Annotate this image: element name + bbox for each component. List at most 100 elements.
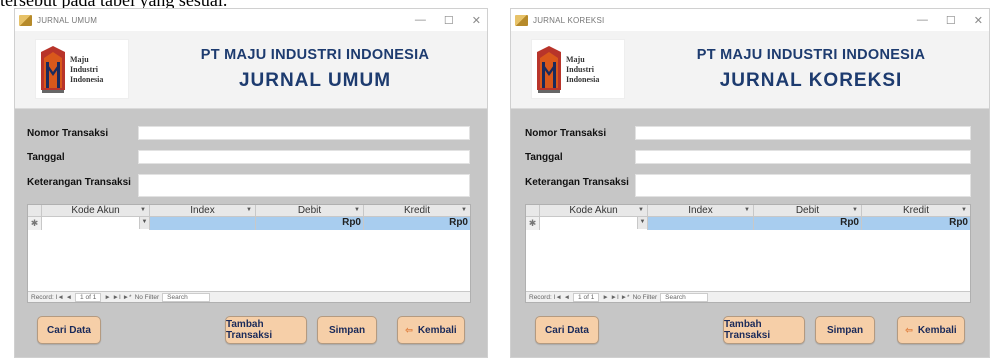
company-logo: Maju Industri Indonesia — [35, 39, 129, 99]
transaction-grid: Kode Akun ▼ Index ▼ Debit ▼ Kredit ▼ ✱ ▼ Rp0… — [525, 204, 971, 303]
kode-akun-cell[interactable]: ▼ — [42, 217, 150, 230]
nomor-transaksi-label: Nomor Transaksi — [525, 128, 607, 139]
jurnal-umum-window: JURNAL UMUM — ☐ ✕ Maju Industri Indonesi… — [14, 8, 488, 358]
nomor-transaksi-field[interactable] — [635, 126, 971, 140]
sort-arrow-icon[interactable]: ▼ — [961, 205, 967, 216]
tambah-transaksi-button[interactable]: Tambah Transaksi — [723, 316, 805, 344]
keterangan-transaksi-field[interactable] — [635, 174, 971, 197]
minimize-button[interactable]: — — [917, 14, 928, 26]
nomor-transaksi-field[interactable] — [138, 126, 470, 140]
sort-arrow-icon[interactable]: ▼ — [354, 205, 360, 216]
transaction-grid: Kode Akun ▼ Index ▼ Debit ▼ Kredit ▼ ✱ ▼ Rp0… — [27, 204, 471, 303]
row-selector-header — [28, 205, 42, 216]
window-title: JURNAL UMUM — [37, 15, 98, 25]
simpan-button[interactable]: Simpan — [815, 316, 875, 344]
simpan-button[interactable]: Simpan — [317, 316, 377, 344]
keterangan-transaksi-field[interactable] — [138, 174, 470, 197]
filter-indicator[interactable]: No Filter — [633, 294, 658, 301]
kredit-cell[interactable]: Rp0 — [862, 217, 970, 230]
back-arrow-icon: ⇦ — [405, 324, 413, 335]
new-record-icon[interactable]: ✱ — [28, 217, 42, 230]
dropdown-arrow-icon[interactable]: ▼ — [139, 217, 149, 229]
column-header-kredit[interactable]: Kredit ▼ — [862, 205, 970, 216]
sort-arrow-icon[interactable]: ▼ — [852, 205, 858, 216]
filter-indicator[interactable]: No Filter — [135, 294, 160, 301]
record-count[interactable]: 1 of 1 — [573, 292, 600, 302]
keterangan-transaksi-label: Keterangan Transaksi — [525, 177, 629, 188]
column-header-kode-akun[interactable]: Kode Akun ▼ — [540, 205, 648, 216]
column-label: Debit — [297, 205, 322, 216]
column-header-index[interactable]: Index ▼ — [648, 205, 754, 216]
column-header-kode-akun[interactable]: Kode Akun ▼ — [42, 205, 150, 216]
form-header: Maju Industri Indonesia PT MAJU INDUSTRI… — [511, 31, 989, 109]
sort-arrow-icon[interactable]: ▼ — [744, 205, 750, 216]
record-nav-first-prev[interactable]: Record: I◄ ◄ — [529, 294, 570, 301]
index-cell[interactable] — [648, 217, 754, 230]
sort-arrow-icon[interactable]: ▼ — [461, 205, 467, 216]
record-search-box[interactable]: Search — [162, 292, 211, 302]
tanggal-label: Tanggal — [27, 152, 65, 163]
window-controls: — ☐ ✕ — [415, 9, 481, 31]
column-label: Kredit — [403, 205, 431, 216]
column-label: Debit — [795, 205, 820, 216]
column-header-debit[interactable]: Debit ▼ — [754, 205, 862, 216]
logo-line-2: Industri — [70, 65, 99, 74]
close-button[interactable]: ✕ — [472, 14, 481, 27]
logo-line-1: Maju — [70, 55, 89, 64]
record-count[interactable]: 1 of 1 — [75, 292, 102, 302]
cari-data-button[interactable]: Cari Data — [535, 316, 599, 344]
record-search-box[interactable]: Search — [660, 292, 709, 302]
kembali-button[interactable]: ⇦ Kembali — [897, 316, 965, 344]
record-nav-next-last[interactable]: ► ►I ►* — [602, 294, 629, 301]
new-record-icon[interactable]: ✱ — [526, 217, 540, 230]
maximize-button[interactable]: ☐ — [444, 14, 454, 27]
logo-line-3: Indonesia — [566, 75, 600, 84]
window-title: JURNAL KOREKSI — [533, 15, 605, 25]
logo-line-1: Maju — [566, 55, 585, 64]
grid-header: Kode Akun ▼ Index ▼ Debit ▼ Kredit ▼ — [28, 205, 470, 217]
app-icon — [19, 14, 32, 26]
tanggal-label: Tanggal — [525, 152, 563, 163]
record-nav-next-last[interactable]: ► ►I ►* — [104, 294, 131, 301]
logo-emblem-icon — [41, 46, 65, 93]
close-button[interactable]: ✕ — [974, 14, 983, 27]
tanggal-field[interactable] — [635, 150, 971, 164]
index-cell[interactable] — [150, 217, 256, 230]
debit-cell[interactable]: Rp0 — [256, 217, 364, 230]
company-name: PT MAJU INDUSTRI INDONESIA — [200, 47, 430, 63]
maximize-button[interactable]: ☐ — [946, 14, 956, 27]
sort-arrow-icon[interactable]: ▼ — [638, 205, 644, 216]
record-nav-first-prev[interactable]: Record: I◄ ◄ — [31, 294, 72, 301]
minimize-button[interactable]: — — [415, 14, 426, 26]
tambah-transaksi-button[interactable]: Tambah Transaksi — [225, 316, 307, 344]
kembali-label: Kembali — [417, 324, 457, 336]
column-label: Kode Akun — [71, 205, 120, 216]
nomor-transaksi-label: Nomor Transaksi — [27, 128, 109, 139]
table-row: ✱ ▼ Rp0 Rp0 — [28, 217, 470, 230]
keterangan-transaksi-label: Keterangan Transaksi — [27, 177, 131, 188]
kode-akun-cell[interactable]: ▼ — [540, 217, 648, 230]
column-label: Kode Akun — [569, 205, 618, 216]
dropdown-arrow-icon[interactable]: ▼ — [637, 217, 647, 229]
logo-emblem-icon — [537, 46, 561, 93]
record-navigator: Record: I◄ ◄ 1 of 1 ► ►I ►* No Filter Se… — [28, 291, 470, 302]
document-caption-strip: tersebut pada tabel yang sesuai. — [0, 0, 990, 8]
form-header: Maju Industri Indonesia PT MAJU INDUSTRI… — [15, 31, 487, 109]
column-label: Index — [688, 205, 713, 216]
tanggal-field[interactable] — [138, 150, 470, 164]
kembali-button[interactable]: ⇦ Kembali — [397, 316, 465, 344]
column-header-index[interactable]: Index ▼ — [150, 205, 256, 216]
document-caption: tersebut pada tabel yang sesuai. — [0, 0, 227, 8]
sort-arrow-icon[interactable]: ▼ — [140, 205, 146, 216]
logo-text: Maju Industri Indonesia — [70, 55, 103, 85]
column-header-kredit[interactable]: Kredit ▼ — [364, 205, 470, 216]
sort-arrow-icon[interactable]: ▼ — [246, 205, 252, 216]
logo-text: Maju Industri Indonesia — [566, 55, 599, 85]
cari-data-button[interactable]: Cari Data — [37, 316, 101, 344]
kredit-cell[interactable]: Rp0 — [364, 217, 470, 230]
debit-cell[interactable]: Rp0 — [754, 217, 862, 230]
app-icon — [515, 14, 528, 26]
column-header-debit[interactable]: Debit ▼ — [256, 205, 364, 216]
page-title: JURNAL UMUM — [238, 70, 392, 91]
column-label: Kredit — [902, 205, 930, 216]
